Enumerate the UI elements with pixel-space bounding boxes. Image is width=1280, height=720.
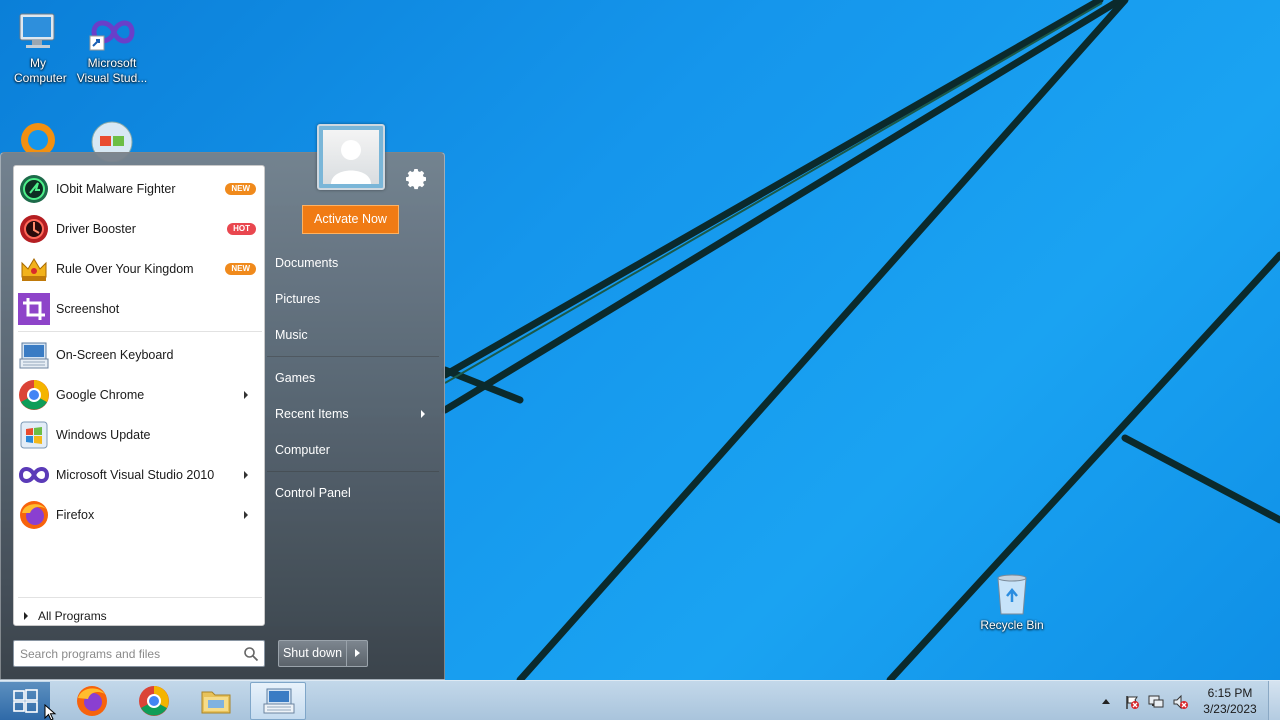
program-label: Screenshot: [56, 302, 120, 316]
show-desktop-button[interactable]: [1268, 681, 1280, 720]
visual-studio-icon: [18, 459, 50, 491]
program-on-screen-keyboard[interactable]: On-Screen Keyboard: [18, 335, 262, 375]
activate-now-button[interactable]: Activate Now: [302, 205, 399, 234]
program-label: IObit Malware Fighter: [56, 182, 176, 196]
divider: [267, 356, 439, 357]
on-screen-keyboard-icon: [263, 688, 295, 714]
visual-studio-icon: [88, 10, 136, 54]
user-avatar[interactable]: [317, 124, 385, 190]
program-visual-studio-2010[interactable]: Microsoft Visual Studio 2010: [18, 455, 262, 495]
start-menu: IObit Malware Fighter NEW Driver Booster…: [0, 124, 445, 680]
clock-time: 6:15 PM: [1207, 686, 1253, 700]
link-recent-items[interactable]: Recent Items: [267, 398, 437, 430]
taskbar: 6:15 PM 3/23/2023: [0, 680, 1280, 720]
desktop-icon-label: My Computer: [14, 56, 67, 85]
chrome-icon: [139, 686, 169, 716]
driver-booster-icon: [18, 213, 50, 245]
taskbar-on-screen-keyboard[interactable]: [250, 682, 306, 720]
expand-arrow-icon: [24, 612, 28, 620]
program-driver-booster[interactable]: Driver Booster HOT: [18, 209, 262, 249]
divider: [267, 471, 439, 472]
program-label: Google Chrome: [56, 388, 145, 402]
submenu-arrow-icon: [421, 410, 425, 418]
new-badge: NEW: [225, 183, 256, 195]
program-label: Windows Update: [56, 428, 151, 442]
submenu-arrow-icon[interactable]: [244, 471, 248, 479]
program-label: Microsoft Visual Studio 2010: [56, 468, 215, 482]
link-computer[interactable]: Computer: [267, 434, 437, 466]
desktop-icon-my-computer[interactable]: My Computer: [0, 10, 76, 86]
program-label: Rule Over Your Kingdom: [56, 262, 194, 276]
taskbar-chrome[interactable]: [126, 682, 182, 720]
computer-icon: [14, 10, 62, 54]
shutdown-button-group: Shut down: [278, 640, 368, 667]
program-label: Firefox: [56, 508, 95, 522]
program-iobit-malware-fighter[interactable]: IObit Malware Fighter NEW: [18, 169, 262, 209]
file-explorer-icon: [201, 691, 231, 714]
link-pictures[interactable]: Pictures: [267, 283, 437, 315]
volume-muted-icon[interactable]: [1172, 694, 1188, 710]
divider: [18, 331, 262, 332]
action-center-flag-icon[interactable]: [1124, 694, 1140, 710]
program-firefox[interactable]: Firefox: [18, 495, 262, 535]
link-documents[interactable]: Documents: [267, 247, 437, 279]
desktop-icon-visual-studio[interactable]: Microsoft Visual Stud...: [74, 10, 150, 86]
link-control-panel[interactable]: Control Panel: [267, 477, 437, 509]
desktop-icon-label: Recycle Bin: [980, 618, 1044, 632]
settings-gear-icon[interactable]: [405, 167, 429, 191]
firefox-icon: [18, 499, 50, 531]
new-badge: NEW: [225, 263, 256, 275]
all-programs-label: All Programs: [38, 609, 107, 623]
iobit-malware-fighter-icon: [18, 173, 50, 205]
hot-badge: HOT: [227, 223, 256, 235]
user-silhouette-icon: [331, 140, 371, 184]
program-screenshot[interactable]: Screenshot: [18, 289, 262, 329]
chrome-icon: [18, 379, 50, 411]
taskbar-firefox[interactable]: [64, 682, 120, 720]
recycle-bin-icon: [988, 572, 1036, 616]
programs-pane: IObit Malware Fighter NEW Driver Booster…: [13, 165, 265, 626]
all-programs-button[interactable]: All Programs: [20, 606, 107, 626]
program-rule-over-your-kingdom[interactable]: Rule Over Your Kingdom NEW: [18, 249, 262, 289]
shutdown-button[interactable]: Shut down: [279, 641, 347, 666]
link-games[interactable]: Games: [267, 362, 437, 394]
shutdown-options-arrow-icon[interactable]: [347, 641, 367, 666]
desktop-icon-label: Microsoft Visual Stud...: [76, 56, 148, 85]
screenshot-crop-icon: [18, 293, 50, 325]
keyboard-icon: [18, 339, 50, 371]
clock-date: 3/23/2023: [1203, 702, 1257, 716]
program-google-chrome[interactable]: Google Chrome: [18, 375, 262, 415]
program-label: On-Screen Keyboard: [56, 348, 174, 362]
program-label: Driver Booster: [56, 222, 136, 236]
firefox-icon: [77, 686, 107, 716]
desktop-icon-recycle-bin[interactable]: Recycle Bin: [974, 572, 1050, 633]
link-music[interactable]: Music: [267, 319, 437, 351]
search-icon[interactable]: [243, 646, 259, 662]
taskbar-file-explorer[interactable]: [188, 682, 244, 720]
system-clock[interactable]: 6:15 PM 3/23/2023: [1195, 685, 1265, 717]
start-button[interactable]: [0, 682, 50, 720]
search-box[interactable]: [13, 640, 265, 667]
link-label: Recent Items: [275, 407, 349, 421]
program-windows-update[interactable]: Windows Update: [18, 415, 262, 455]
divider: [18, 597, 262, 598]
windows-logo-icon: [13, 689, 38, 713]
search-input[interactable]: [20, 645, 236, 663]
submenu-arrow-icon[interactable]: [244, 511, 248, 519]
windows-update-icon: [18, 419, 50, 451]
network-icon[interactable]: [1148, 694, 1164, 710]
submenu-arrow-icon[interactable]: [244, 391, 248, 399]
crown-icon: [18, 253, 50, 285]
show-hidden-icons-arrow-icon[interactable]: [1102, 699, 1110, 704]
mouse-cursor-icon: [44, 704, 57, 720]
